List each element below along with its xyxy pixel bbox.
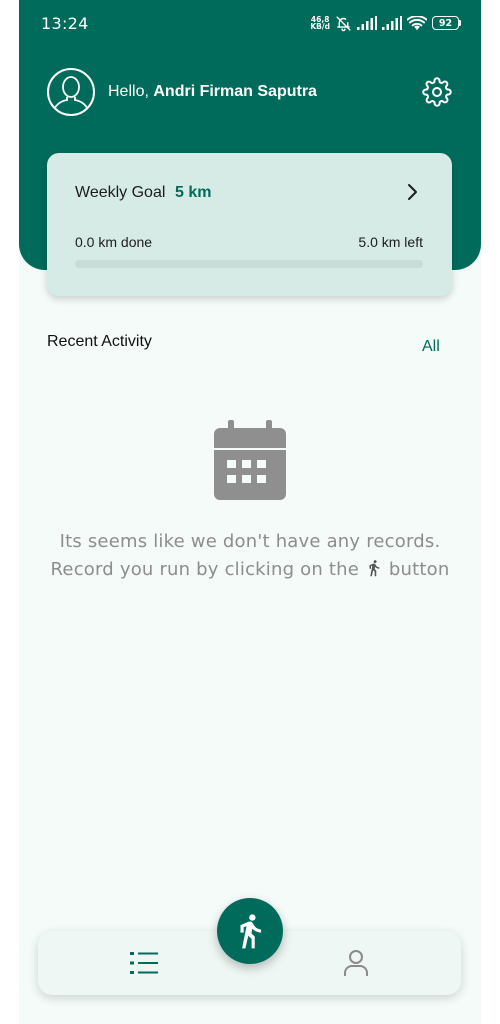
empty-state-line2-prefix: Record you run by clicking on the xyxy=(50,559,365,580)
calendar-icon xyxy=(214,420,286,500)
list-icon[interactable] xyxy=(130,950,158,976)
status-time: 13:24 xyxy=(41,14,89,33)
recent-activity-all-link[interactable]: All xyxy=(422,338,440,356)
status-icons: 46,8 KB/d 92 xyxy=(310,13,461,33)
chevron-right-icon[interactable] xyxy=(406,182,420,202)
goal-done-label: 0.0 km done xyxy=(75,234,153,250)
empty-state-message: Its seems like we don't have any records… xyxy=(19,528,481,584)
avatar[interactable] xyxy=(47,68,95,116)
goal-left-label: 5.0 km left xyxy=(358,234,423,250)
goal-progress-bar xyxy=(75,260,423,268)
battery-icon: 92 xyxy=(432,16,461,30)
greeting: Hello, Andri Firman Saputra xyxy=(108,83,317,101)
bell-off-icon xyxy=(336,15,351,31)
status-bar: 13:24 46,8 KB/d 92 xyxy=(19,0,481,46)
recent-activity-title: Recent Activity xyxy=(47,333,152,350)
wifi-icon xyxy=(407,15,427,30)
running-person-icon xyxy=(369,560,380,577)
empty-state-line1: Its seems like we don't have any records… xyxy=(59,531,441,552)
network-speed: 46,8 KB/d xyxy=(310,15,330,31)
empty-state-line2-suffix: button xyxy=(382,559,450,580)
running-person-icon xyxy=(240,914,262,949)
person-outline-icon xyxy=(52,76,90,114)
weekly-goal-value: 5 km xyxy=(175,184,212,201)
network-speed-unit: KB/d xyxy=(310,22,330,31)
signal-icon xyxy=(382,16,402,30)
user-name: Andri Firman Saputra xyxy=(153,83,317,100)
empty-state-line2: Record you run by clicking on the button xyxy=(19,556,481,584)
weekly-goal-card[interactable]: Weekly Goal 5 km 0.0 km done 5.0 km left xyxy=(47,153,452,296)
app-screen: 13:24 46,8 KB/d 92 Hello, Andri Firman S… xyxy=(19,0,481,1024)
start-run-button[interactable] xyxy=(217,898,283,964)
greeting-prefix: Hello, xyxy=(108,83,154,100)
signal-icon xyxy=(357,16,377,30)
gear-icon[interactable] xyxy=(422,77,452,107)
person-icon[interactable] xyxy=(343,949,369,977)
battery-level: 92 xyxy=(438,17,453,29)
weekly-goal-title: Weekly Goal xyxy=(75,184,166,201)
